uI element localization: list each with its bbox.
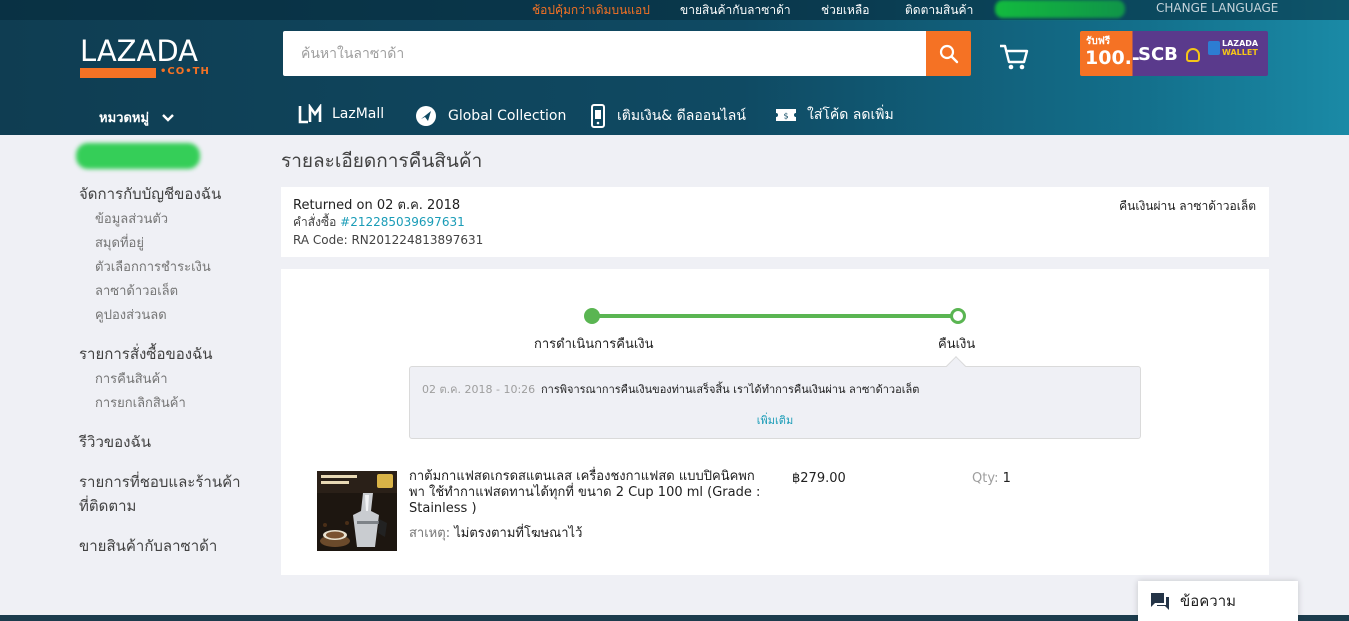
site-header: ช้อปคุ้มกว่าเดิมบนแอป ขายสินค้ากับลาซาด้… [0,0,1349,135]
sidebar-my-orders[interactable]: รายการสั่งซื้อของฉัน [79,342,213,366]
scb-promo-banner[interactable]: รับฟรี 100.- SCB LAZADA WALLET [1080,31,1268,76]
cart-button[interactable] [998,42,1030,72]
nav-voucher-label: ใส่โค้ด ลดเพิ่ม [807,107,894,123]
banner-amount: 100.- [1085,47,1140,69]
categories-label: หมวดหมู่ [99,111,150,126]
search-input[interactable] [283,31,926,76]
nav-lazmall[interactable]: LazMall [298,104,384,124]
product-price: ฿279.00 [792,471,846,486]
sidebar-sell[interactable]: ขายสินค้ากับลาซาด้า [79,534,217,558]
nav-lazmall-label: LazMall [332,106,385,122]
ra-code: RA Code: RN201224813897631 [293,233,484,247]
moka-pot-image [317,471,397,551]
progress-step-done-marker [584,308,600,324]
nav-voucher[interactable]: $ ใส่โค้ด ลดเพิ่ม [775,104,894,126]
help-link[interactable]: ช่วยเหลือ [821,1,870,20]
lazada-logo[interactable]: LAZADA •CO•TH [80,34,210,80]
return-reason-value: ไม่ตรงตามที่โฆษณาไว้ [454,526,583,541]
wallet-icon [1208,41,1220,55]
quantity-value: 1 [1002,471,1011,486]
return-progress-card: การดำเนินการคืนเงิน คืนเงิน 02 ต.ค. 2018… [281,269,1269,575]
svg-text:$: $ [783,112,788,121]
app-offer-link[interactable]: ช้อปคุ้มกว่าเดิมบนแอป [532,1,650,20]
progress-step-current-marker [950,308,966,324]
sidebar-item-payment-options[interactable]: ตัวเลือกการชำระเงิน [95,256,211,277]
sidebar-reviews[interactable]: รีวิวของฉัน [79,430,151,454]
banner-bank: SCB [1138,44,1178,65]
scb-icon [1186,48,1200,62]
sidebar-item-wallet[interactable]: ลาซาด้าวอเล็ต [95,280,178,301]
nav-topup[interactable]: เติมเงิน& ดีลออนไลน์ [589,104,746,128]
plane-globe-icon [416,106,436,126]
track-order-link[interactable]: ติดตามสินค้า [905,1,973,20]
order-info: คำสั่งซื้อ #212285039697631 [293,213,465,232]
sidebar-wishlist[interactable]: รายการที่ชอบและร้านค้า [79,470,241,494]
wallet-logo-line1: LAZADA [1222,39,1259,48]
product-name[interactable]: กาต้มกาแฟสดเกรดสแตนเลส เครื่องชงกาแฟสด แ… [409,469,769,517]
cart-icon [1000,44,1029,70]
category-nav: หมวดหมู่ LazMall Global Collection เติมเ… [0,96,1349,135]
search-icon [939,44,958,63]
sidebar-manage-account[interactable]: จัดการกับบัญชีของฉัน [79,182,221,206]
categories-dropdown[interactable]: หมวดหมู่ [99,107,175,128]
logo-bar: •CO•TH [80,66,210,78]
wallet-logo-line2: WALLET [1222,48,1258,57]
lazada-wallet-logo: LAZADA WALLET [1208,39,1264,69]
logo-domain: •CO•TH [160,66,210,77]
search-bar [283,31,971,76]
sidebar-item-vouchers[interactable]: คูปองส่วนลด [95,304,167,325]
order-label: คำสั่งซื้อ [293,215,337,229]
progress-line [592,314,958,318]
redacted-account-name [995,0,1125,18]
account-sidebar: จัดการกับบัญชีของฉัน ข้อมูลส่วนตัว สมุดท… [0,135,265,621]
nav-global-collection-label: Global Collection [448,108,567,124]
quantity-label: Qty: [972,471,999,486]
chat-label: ข้อความ [1180,592,1237,610]
return-reason-label: สาเหตุ: [409,526,451,541]
detail-message: การพิจารณาการคืนเงินของท่านเสร็จสิ้น เรา… [541,383,920,396]
product-quantity: Qty: 1 [972,471,1011,486]
top-bar: ช้อปคุ้มกว่าเดิมบนแอป ขายสินค้ากับลาซาด้… [0,0,1349,20]
sidebar-item-cancellations[interactable]: การยกเลิกสินค้า [95,392,186,413]
sidebar-wishlist-line2[interactable]: ที่ติดตาม [79,494,136,518]
order-number-link[interactable]: #212285039697631 [340,215,465,229]
logo-wordmark: LAZADA [80,34,199,68]
chat-message-button[interactable]: ข้อความ [1138,581,1298,621]
return-summary-card: Returned on 02 ต.ค. 2018 คำสั่งซื้อ #212… [281,187,1269,257]
product-image[interactable] [317,471,397,551]
sidebar-item-returns[interactable]: การคืนสินค้า [95,368,168,389]
progress-step-refund-processing: การดำเนินการคืนเงิน [534,337,654,352]
nav-topup-label: เติมเงิน& ดีลออนไลน์ [617,108,746,124]
lazmall-icon [298,104,322,124]
chat-icon [1151,593,1169,610]
redacted-greeting [76,143,200,169]
progress-step-refunded: คืนเงิน [938,337,976,352]
change-language-link[interactable]: CHANGE LANGUAGE [1156,1,1278,15]
show-more-link[interactable]: เพิ่มเติม [410,411,1140,429]
return-reason: สาเหตุ: ไม่ตรงตามที่โฆษณาไว้ [409,522,582,543]
voucher-icon: $ [776,109,796,121]
sidebar-item-address-book[interactable]: สมุดที่อยู่ [95,232,144,253]
detail-timestamp: 02 ต.ค. 2018 - 10:26 [422,383,536,396]
status-detail-box: 02 ต.ค. 2018 - 10:26 การพิจารณาการคืนเงิ… [409,356,1141,439]
sidebar-item-profile[interactable]: ข้อมูลส่วนตัว [95,208,168,229]
search-button[interactable] [926,31,971,76]
nav-global-collection[interactable]: Global Collection [414,104,566,128]
sell-link[interactable]: ขายสินค้ากับลาซาด้า [680,1,791,20]
returned-date: Returned on 02 ต.ค. 2018 [293,198,461,213]
mobile-phone-icon [591,104,605,128]
refund-method: คืนเงินผ่าน ลาซาด้าวอเล็ต [1119,199,1256,213]
detail-caret [946,356,966,376]
chevron-down-icon [162,113,174,122]
page-title: รายละเอียดการคืนสินค้า [281,150,483,172]
